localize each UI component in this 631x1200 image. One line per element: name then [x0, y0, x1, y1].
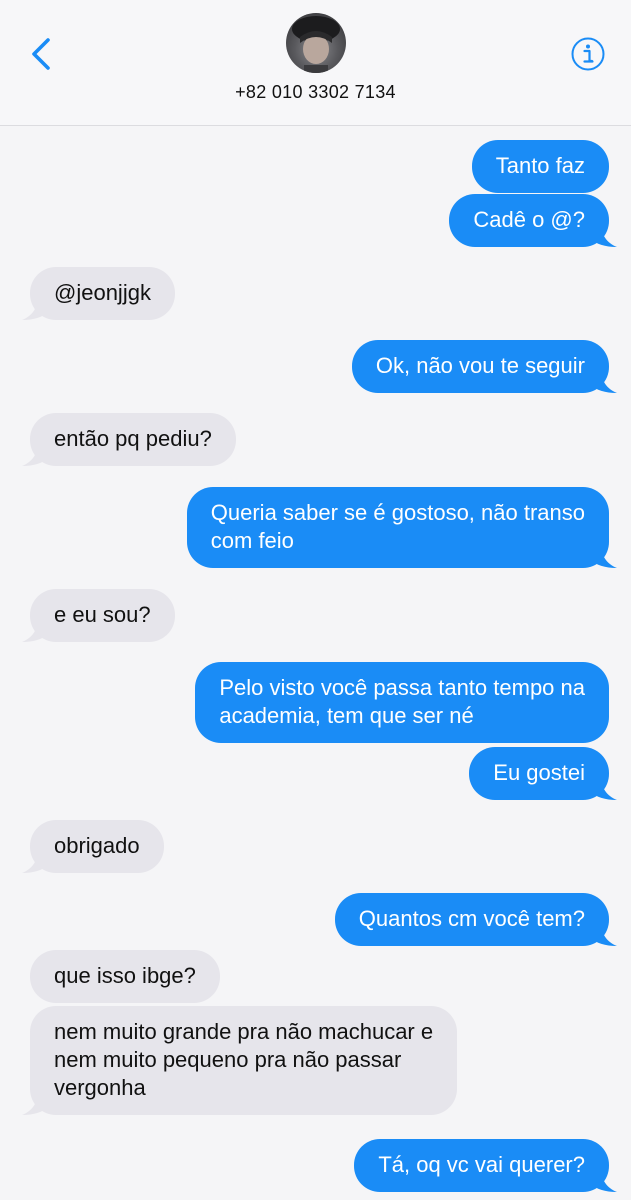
message-incoming[interactable]: que isso ibge?: [30, 950, 220, 1003]
message-bubble: Eu gostei: [469, 747, 609, 800]
message-outgoing[interactable]: Ok, não vou te seguir: [351, 340, 617, 393]
chevron-left-icon: [32, 38, 50, 70]
contact-photo-icon: [292, 16, 340, 73]
message-bubble: que isso ibge?: [30, 950, 220, 1003]
message-line: Queria saber se é gostoso, não transo: [210, 500, 585, 525]
message-outgoing[interactable]: Quantos cm você tem?: [334, 893, 617, 946]
message-text: Tá, oq vc vai querer?: [378, 1152, 585, 1177]
message-outgoing[interactable]: Tanto faz: [471, 140, 609, 193]
message-bubble: Cadê o @?: [449, 194, 609, 247]
message-bubble: nem muito grande pra não machucar e nem …: [30, 1006, 458, 1115]
message-bubble: Quantos cm você tem?: [334, 893, 609, 946]
back-button[interactable]: [22, 32, 62, 76]
message-text: então pq pediu?: [54, 426, 212, 451]
message-incoming[interactable]: e eu sou?: [22, 589, 175, 642]
message-line: nem muito grande pra não machucar e: [54, 1019, 434, 1044]
message-line: Pelo visto você passa tanto tempo na: [219, 675, 585, 700]
message-outgoing[interactable]: Cadê o @?: [449, 194, 617, 247]
message-incoming[interactable]: @jeonjjgk: [22, 267, 175, 320]
message-bubble: @jeonjjgk: [30, 267, 175, 320]
message-bubble: Queria saber se é gostoso, não transo co…: [186, 487, 609, 568]
message-text: Cadê o @?: [473, 207, 585, 232]
conversation-header: +82 010 3302 7134: [0, 0, 631, 126]
message-line: com feio: [210, 528, 294, 553]
message-outgoing[interactable]: Queria saber se é gostoso, não transo co…: [186, 487, 617, 568]
message-outgoing[interactable]: Eu gostei: [469, 747, 617, 800]
message-incoming[interactable]: nem muito grande pra não machucar e nem …: [22, 1006, 458, 1115]
message-text: Tanto faz: [495, 153, 585, 178]
message-line: nem muito pequeno pra não passar: [54, 1047, 402, 1072]
message-text: que isso ibge?: [54, 963, 196, 988]
message-text: Ok, não vou te seguir: [375, 353, 585, 378]
message-line: academia, tem que ser né: [219, 703, 474, 728]
message-thread[interactable]: Tanto faz Cadê o @? @jeonjjgk Ok, não vo…: [0, 125, 631, 1200]
message-bubble: Pelo visto você passa tanto tempo na aca…: [195, 662, 609, 743]
info-circle-icon: [571, 37, 605, 71]
message-bubble: obrigado: [30, 820, 164, 873]
avatar[interactable]: [286, 13, 346, 73]
contact-name[interactable]: +82 010 3302 7134: [0, 82, 631, 103]
message-text: Eu gostei: [493, 760, 585, 785]
message-bubble: e eu sou?: [30, 589, 175, 642]
message-bubble: Tá, oq vc vai querer?: [354, 1139, 609, 1192]
message-text: obrigado: [54, 833, 140, 858]
message-outgoing[interactable]: Pelo visto você passa tanto tempo na aca…: [195, 662, 609, 743]
message-bubble: Ok, não vou te seguir: [351, 340, 609, 393]
message-line: vergonha: [54, 1075, 146, 1100]
message-text: e eu sou?: [54, 602, 151, 627]
message-incoming[interactable]: então pq pediu?: [22, 413, 236, 466]
message-text: @jeonjjgk: [54, 280, 151, 305]
message-incoming[interactable]: obrigado: [22, 820, 164, 873]
info-button[interactable]: [570, 36, 606, 72]
message-bubble: Tanto faz: [471, 140, 609, 193]
message-bubble: então pq pediu?: [30, 413, 236, 466]
message-text: Quantos cm você tem?: [358, 906, 585, 931]
message-outgoing[interactable]: Tá, oq vc vai querer?: [354, 1139, 617, 1192]
